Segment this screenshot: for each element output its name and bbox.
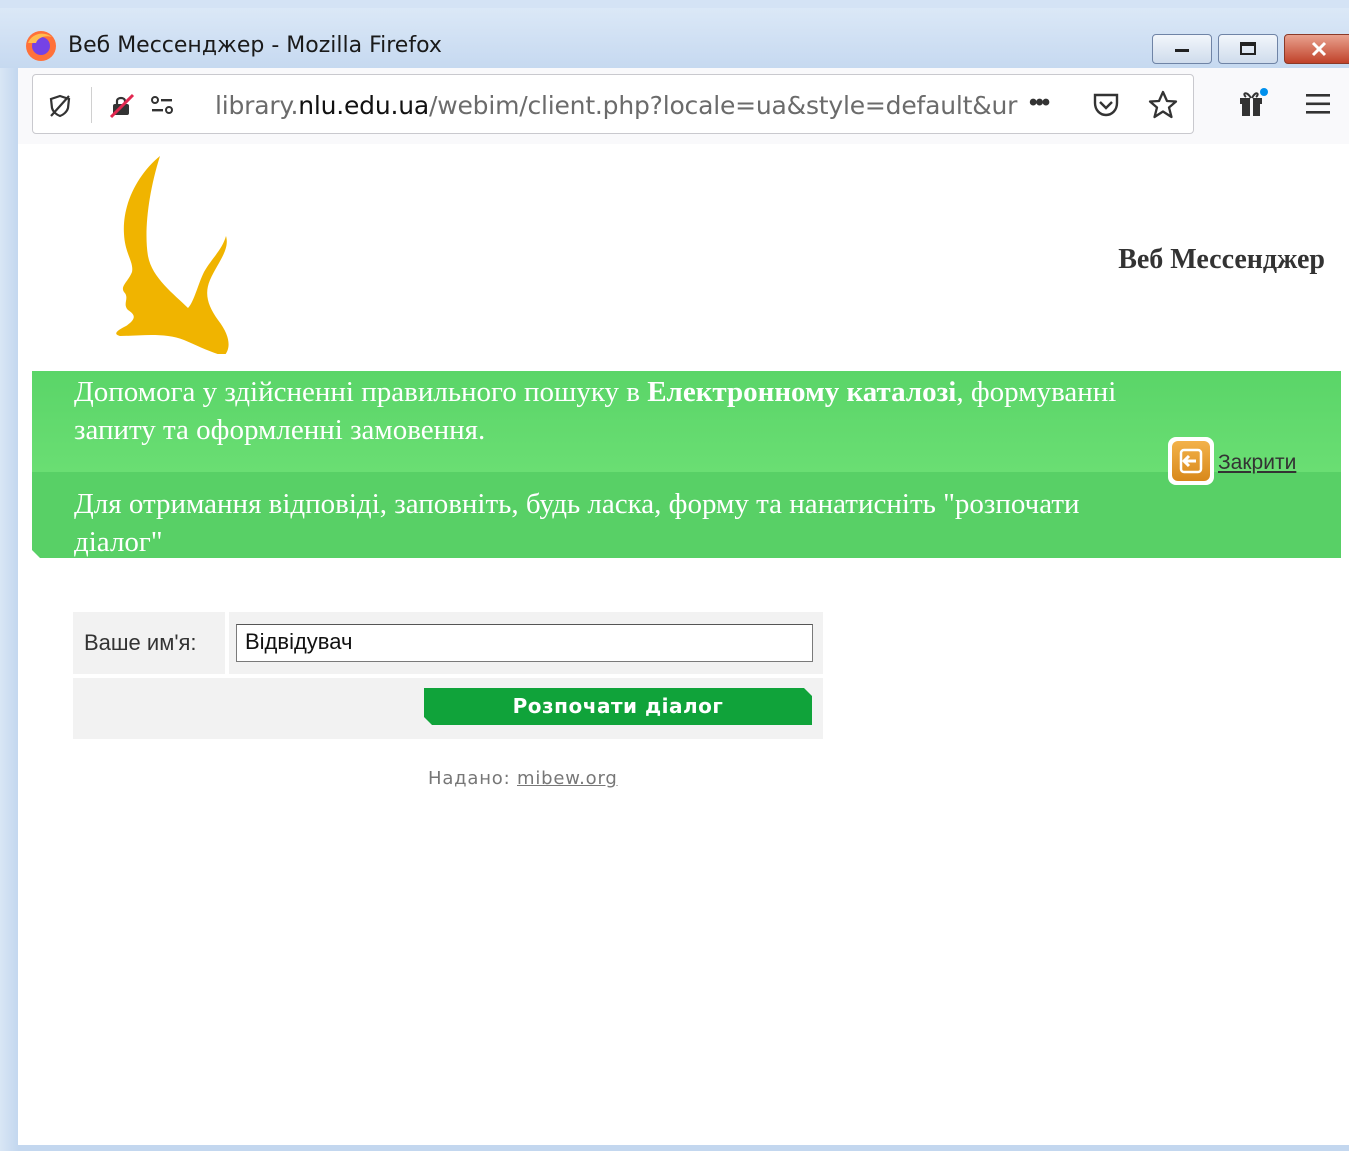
page-content: Веб Мессенджер Допомога у здійсненні пра… [18, 144, 1349, 1145]
exit-arrow-icon [1179, 448, 1203, 474]
window-bottom-border [18, 1145, 1349, 1151]
minimize-icon [1175, 49, 1189, 52]
address-bar[interactable]: library.nlu.edu.ua/webim/client.php?loca… [32, 74, 1194, 134]
urlbar-separator [91, 87, 92, 123]
page-title: Веб Мессенджер [1118, 244, 1325, 275]
close-icon [1311, 41, 1327, 57]
window-title: Веб Мессенджер - Mozilla Firefox [68, 33, 442, 58]
name-label: Ваше им'я: [84, 630, 197, 655]
hamburger-menu-icon[interactable] [1304, 90, 1332, 118]
start-dialog-button[interactable]: Розпочати діалог [424, 688, 812, 725]
maximize-button[interactable] [1218, 34, 1278, 64]
close-chat-icon[interactable] [1168, 437, 1214, 485]
info-banner: Допомога у здійсненні правильного пошуку… [32, 371, 1341, 558]
title-bar[interactable]: Веб Мессенджер - Mozilla Firefox [0, 8, 1349, 68]
name-row: Ваше им'я: Відвідувач [73, 612, 823, 674]
minimize-button[interactable] [1152, 34, 1212, 64]
start-chat-form: Ваше им'я: Відвідувач Розпочати діалог [73, 612, 823, 739]
name-input[interactable]: Відвідувач [236, 624, 813, 662]
close-link[interactable]: Закрити [1168, 437, 1328, 487]
banner-instructions: Для отримання відповіді, заповніть, будь… [74, 488, 1080, 558]
maximize-icon [1240, 42, 1256, 55]
browser-window: Веб Мессенджер - Mozilla Firefox library… [0, 0, 1349, 1151]
powered-by: Надано: mibew.org [428, 768, 618, 789]
cell-separator [225, 612, 229, 674]
pocket-icon[interactable] [1091, 90, 1121, 120]
tracking-protection-icon[interactable] [47, 93, 73, 119]
button-row: Розпочати діалог [73, 678, 823, 739]
mibew-link[interactable]: mibew.org [517, 768, 618, 789]
url-text[interactable]: library.nlu.edu.ua/webim/client.php?loca… [215, 91, 1035, 120]
navigation-toolbar: library.nlu.edu.ua/webim/client.php?loca… [18, 68, 1349, 145]
insecure-connection-icon[interactable] [109, 93, 135, 119]
banner-description: Допомога у здійсненні правильного пошуку… [74, 376, 1117, 446]
site-logo [116, 156, 229, 354]
permissions-icon[interactable] [149, 93, 175, 119]
close-link-label[interactable]: Закрити [1218, 451, 1296, 475]
window-border [0, 8, 18, 1151]
bookmark-star-icon[interactable] [1147, 89, 1179, 121]
close-window-button[interactable] [1284, 34, 1349, 64]
page-actions-menu[interactable]: ••• [1029, 89, 1050, 117]
gift-icon[interactable] [1236, 86, 1270, 120]
firefox-icon [26, 31, 56, 61]
